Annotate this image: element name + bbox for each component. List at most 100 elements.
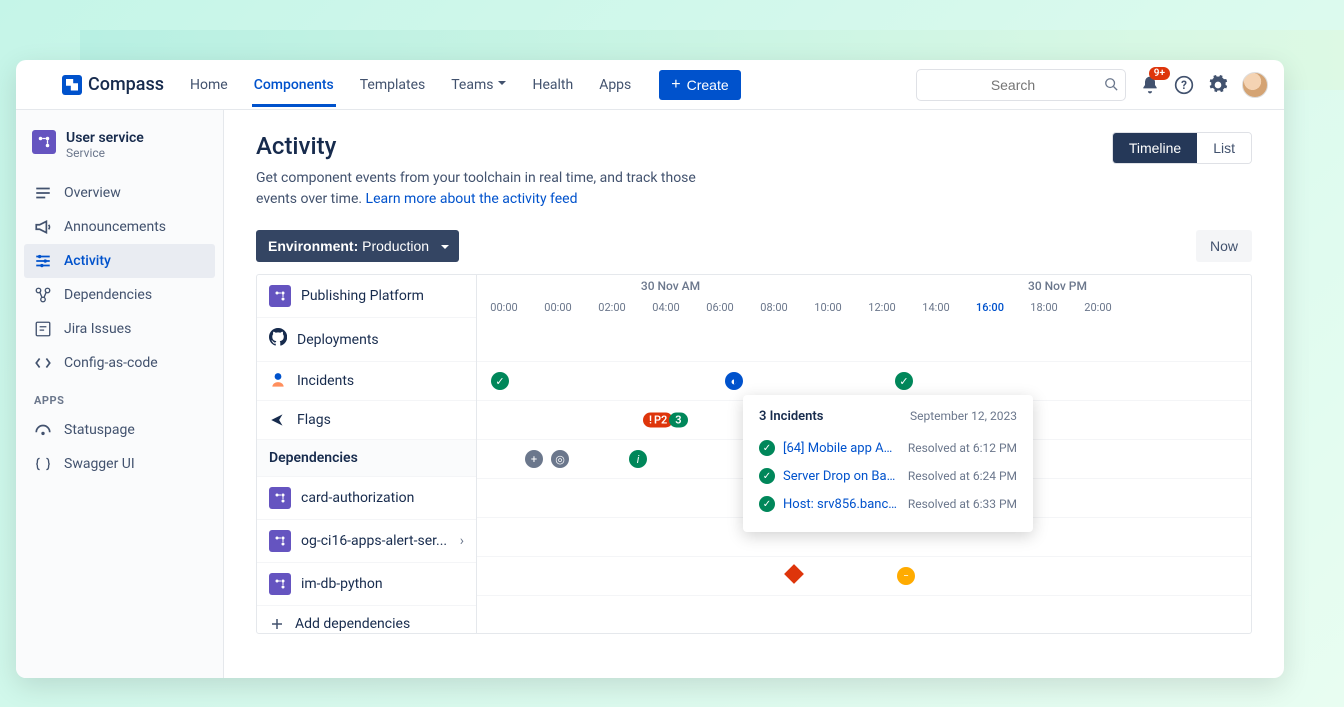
row-im-db-python[interactable]: im-db-python bbox=[257, 563, 476, 606]
app-window: Compass Home Components Templates Teams … bbox=[16, 60, 1284, 678]
row-deployments[interactable]: Deployments bbox=[257, 318, 476, 362]
sidebar-item-dependencies[interactable]: Dependencies bbox=[24, 278, 215, 312]
main-nav: Home Components Templates Teams Health A… bbox=[188, 63, 741, 107]
sidebar-header: User service Service bbox=[24, 126, 215, 176]
nav-apps[interactable]: Apps bbox=[597, 63, 633, 107]
view-toggle: Timeline List bbox=[1112, 132, 1252, 164]
sidebar-title: User service bbox=[66, 130, 144, 146]
flag-marker-2[interactable]: ◎ bbox=[551, 450, 569, 468]
service-icon bbox=[32, 130, 56, 154]
jira-icon bbox=[34, 320, 52, 338]
row-incidents[interactable]: Incidents bbox=[257, 362, 476, 401]
flag-marker-1[interactable]: + bbox=[525, 450, 543, 468]
topbar: Compass Home Components Templates Teams … bbox=[16, 60, 1284, 110]
dependencies-icon bbox=[34, 286, 52, 304]
flag-marker-3[interactable]: i bbox=[629, 450, 647, 468]
incident-link-0[interactable]: [64] Mobile app API: Requ… bbox=[783, 441, 900, 456]
dep-icon bbox=[269, 573, 291, 595]
row-publishing-platform[interactable]: Publishing Platform bbox=[257, 275, 476, 318]
activity-icon bbox=[34, 252, 52, 270]
incident-link-1[interactable]: Server Drop on Banc.ly Fr… bbox=[783, 469, 900, 484]
grid-row-im-db bbox=[477, 596, 1251, 633]
dep-icon bbox=[269, 487, 291, 509]
timeline-hours: 00:00 00:00 02:00 04:00 06:00 08:00 10:0… bbox=[477, 301, 1251, 314]
pause-marker[interactable]: − bbox=[897, 567, 915, 585]
row-dependencies-header: Dependencies bbox=[257, 440, 476, 477]
timeline-rows-list: Publishing Platform Deployments Incident… bbox=[257, 275, 477, 633]
grid-row-platform bbox=[477, 323, 1251, 362]
nav-teams[interactable]: Teams bbox=[449, 63, 508, 107]
view-timeline-button[interactable]: Timeline bbox=[1113, 133, 1197, 163]
incident-p2[interactable]: ! P2 3 bbox=[643, 413, 688, 428]
sidebar-item-activity[interactable]: Activity bbox=[24, 244, 215, 278]
code-icon bbox=[34, 354, 52, 372]
sidebar-item-statuspage[interactable]: Statuspage bbox=[24, 413, 215, 447]
sidebar-item-jira[interactable]: Jira Issues bbox=[24, 312, 215, 346]
sidebar-item-config[interactable]: Config-as-code bbox=[24, 346, 215, 380]
tooltip-row-0: ✓ [64] Mobile app API: Requ… Resolved at… bbox=[759, 434, 1017, 462]
help-button[interactable]: ? bbox=[1174, 75, 1194, 95]
search-icon bbox=[1104, 77, 1118, 91]
dep-icon bbox=[269, 530, 291, 552]
search-box bbox=[916, 69, 1126, 101]
content: Activity Get component events from your … bbox=[224, 110, 1284, 678]
sidebar-item-overview[interactable]: Overview bbox=[24, 176, 215, 210]
incidents-tooltip: 3 Incidents September 12, 2023 ✓ [64] Mo… bbox=[743, 395, 1033, 532]
user-avatar[interactable] bbox=[1242, 72, 1268, 98]
tooltip-row-2: ✓ Host: srv856.bancly.com… Resolved at 6… bbox=[759, 490, 1017, 518]
tooltip-title: 3 Incidents bbox=[759, 409, 823, 424]
alert-diamond[interactable] bbox=[787, 567, 801, 581]
learn-more-link[interactable]: Learn more about the activity feed bbox=[366, 191, 578, 207]
deploy-marker-clock[interactable]: ◐ bbox=[725, 372, 743, 390]
logo[interactable]: Compass bbox=[62, 74, 164, 95]
row-og-ci16[interactable]: og-ci16-apps-alert-ser... › bbox=[257, 520, 476, 563]
incident-link-2[interactable]: Host: srv856.bancly.com… bbox=[783, 497, 900, 512]
statuspage-icon bbox=[34, 421, 52, 439]
grid-row-og-ci16: − bbox=[477, 557, 1251, 596]
swagger-icon bbox=[34, 455, 52, 473]
page-title: Activity bbox=[256, 132, 1252, 160]
gear-icon bbox=[1208, 75, 1228, 95]
nav-templates[interactable]: Templates bbox=[358, 63, 428, 107]
main: User service Service Overview Announceme… bbox=[16, 110, 1284, 678]
nav-home[interactable]: Home bbox=[188, 63, 230, 107]
view-list-button[interactable]: List bbox=[1197, 133, 1251, 163]
deploy-marker-ok[interactable]: ✓ bbox=[491, 372, 509, 390]
timeline-grid[interactable]: 30 Nov AM 30 Nov PM 00:00 00:00 02:00 04… bbox=[477, 275, 1251, 633]
search-input[interactable] bbox=[916, 69, 1126, 101]
nav-health[interactable]: Health bbox=[530, 63, 575, 107]
platform-icon bbox=[269, 285, 291, 307]
app-name: Compass bbox=[88, 74, 164, 95]
env-row: Environment: Production Now bbox=[256, 230, 1252, 262]
plus-icon bbox=[269, 616, 285, 632]
chevron-right-icon: › bbox=[460, 533, 464, 549]
notifications-button[interactable]: 9+ bbox=[1140, 75, 1160, 95]
svg-text:?: ? bbox=[1181, 78, 1187, 92]
deploy-marker-ok2[interactable]: ✓ bbox=[895, 372, 913, 390]
notification-badge: 9+ bbox=[1149, 67, 1170, 80]
sidebar-item-announcements[interactable]: Announcements bbox=[24, 210, 215, 244]
resolved-2: Resolved at 6:33 PM bbox=[908, 497, 1017, 511]
now-button[interactable]: Now bbox=[1196, 230, 1252, 262]
apps-section-label: APPS bbox=[24, 380, 215, 413]
check-icon: ✓ bbox=[759, 440, 775, 456]
row-flags[interactable]: Flags bbox=[257, 401, 476, 440]
row-add-dependencies[interactable]: Add dependencies bbox=[257, 606, 476, 633]
row-card-authorization[interactable]: card-authorization bbox=[257, 477, 476, 520]
environment-select[interactable]: Environment: Production bbox=[256, 230, 459, 262]
incidents-icon bbox=[269, 372, 287, 390]
overview-icon bbox=[34, 184, 52, 202]
sidebar-item-swagger[interactable]: Swagger UI bbox=[24, 447, 215, 481]
page-description: Get component events from your toolchain… bbox=[256, 168, 696, 210]
create-button[interactable]: + Create bbox=[659, 70, 740, 100]
timeline: Publishing Platform Deployments Incident… bbox=[256, 274, 1252, 634]
resolved-1: Resolved at 6:24 PM bbox=[908, 469, 1017, 483]
resolved-0: Resolved at 6:12 PM bbox=[908, 441, 1017, 455]
nav-components[interactable]: Components bbox=[252, 63, 336, 107]
tooltip-date: September 12, 2023 bbox=[910, 409, 1017, 424]
timeline-dates: 30 Nov AM 30 Nov PM bbox=[477, 275, 1251, 295]
settings-button[interactable] bbox=[1208, 75, 1228, 95]
plus-icon: + bbox=[671, 77, 680, 93]
check-icon: ✓ bbox=[759, 468, 775, 484]
github-icon bbox=[269, 328, 287, 351]
